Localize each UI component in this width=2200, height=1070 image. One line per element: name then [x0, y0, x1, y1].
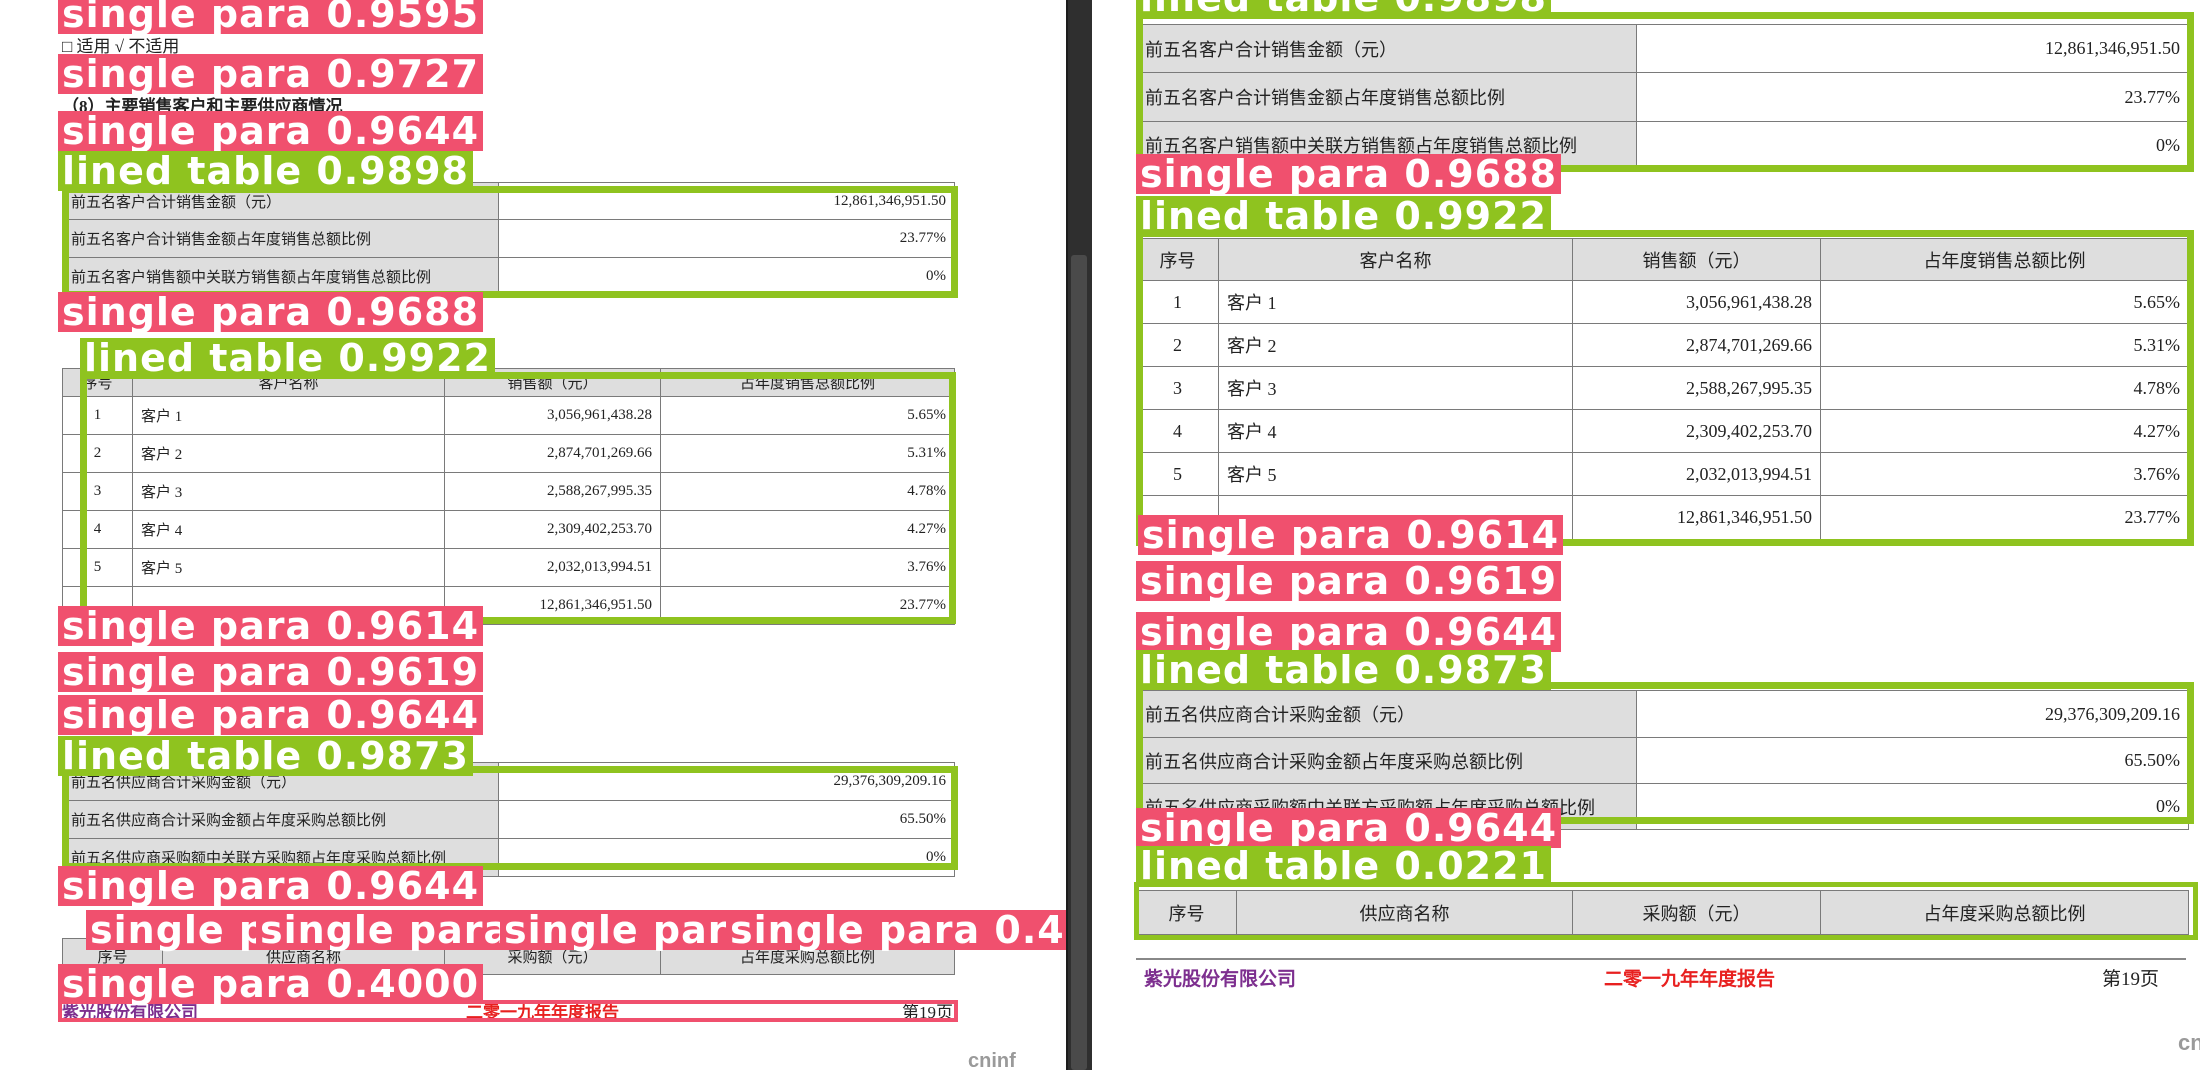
detection-box-table [62, 186, 958, 298]
label-lined-table: lined table 0.9873 [58, 736, 473, 776]
label-lined-table: lined table 0.9922 [1136, 196, 1551, 236]
detection-box-table [1136, 682, 2194, 824]
cninf-watermark: cninf [2178, 1030, 2200, 1055]
label-single-para: single para 0.9595 [58, 0, 484, 34]
label-lined-table: lined table 0.9898 [58, 151, 473, 191]
label-single-para: single para 0.9688 [1136, 154, 1562, 194]
label-lined-table: lined table 0.9922 [80, 338, 495, 378]
label-lined-table: lined table 0.0221 [1136, 846, 1551, 886]
label-single-para: single para 0.9619 [58, 652, 484, 692]
label-single-para: single para 0.9688 [58, 292, 484, 332]
label-single-para: single para 0.9619 [1136, 561, 1562, 601]
detection-box-table [62, 766, 958, 870]
label-lined-table: lined table 0.9873 [1136, 650, 1551, 690]
label-single-para: single para 0.4 [726, 910, 1066, 950]
detection-box-table [1136, 230, 2194, 546]
label-single-para: single para 0.4000 [58, 964, 484, 1004]
left-page-view[interactable]: □ 适用 √ 不适用 （8）主要销售客户和主要供应商情况 前五名客户合计销售金额… [0, 0, 1066, 1070]
label-single-para: single para 0.9727 [58, 54, 484, 94]
scrollbar-thumb[interactable] [1071, 255, 1087, 1070]
footer-report-title: 二零一九年年度报告 [1604, 969, 1776, 990]
footer-rule [1136, 958, 2186, 960]
label-single-para: single para 0.9644 [1136, 808, 1562, 848]
label-single-para: single para 0.9644 [58, 866, 484, 906]
label-single-para: single para 0.9644 [58, 111, 484, 151]
label-single-para: single para 0.9614 [1138, 515, 1564, 555]
panel-divider-scrollbar[interactable] [1066, 0, 1092, 1070]
label-single-para: single para [256, 910, 515, 950]
label-lined-table: lined table 0.9898 [1136, 0, 1551, 18]
label-single-para: single para 0.9644 [58, 695, 484, 735]
detection-box-table [1136, 12, 2194, 172]
detection-box-table [1134, 882, 2198, 940]
footer-page-number: 第19页 [2102, 969, 2160, 990]
right-page-view[interactable]: 前五名客户合计销售金额（元） 12,861,346,951.50 前五名客户合计销… [1092, 0, 2200, 1070]
label-single-para: single para 0.9644 [1136, 612, 1562, 652]
label-single-para: single para 0.9614 [58, 606, 484, 646]
divider-line [1066, 0, 1068, 1070]
cninf-watermark: cninf [968, 1050, 1016, 1070]
footer-company: 紫光股份有限公司 [1144, 969, 1297, 990]
detection-box-table [80, 372, 956, 624]
label-single-para: single par [500, 910, 732, 950]
label-single-para: single p [86, 910, 272, 950]
